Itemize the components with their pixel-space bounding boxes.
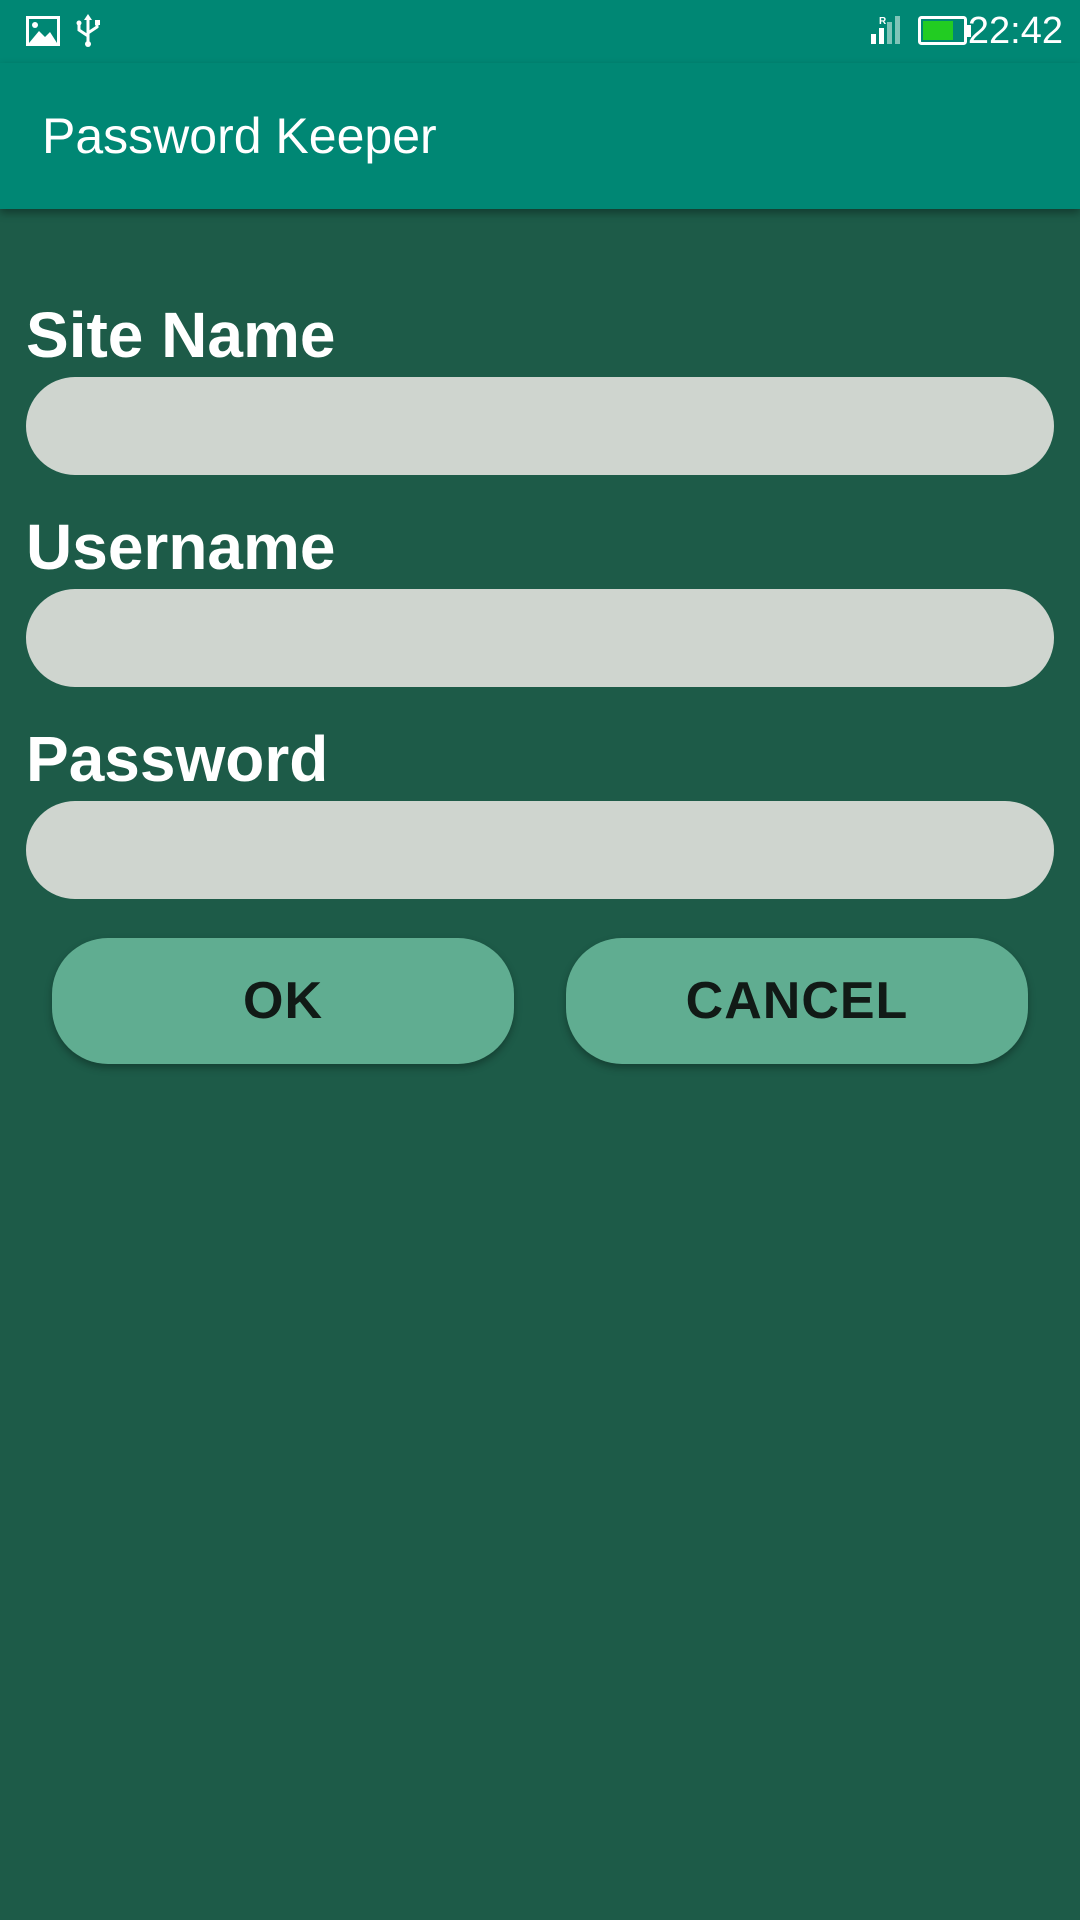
- app-title: Password Keeper: [42, 108, 437, 164]
- username-label: Username: [26, 511, 336, 583]
- site-name-input[interactable]: [26, 377, 1054, 475]
- status-time: 22:42: [967, 10, 1063, 52]
- battery-icon: [918, 16, 971, 45]
- username-input[interactable]: [26, 589, 1054, 687]
- signal-icon: R: [871, 16, 900, 44]
- ok-button[interactable]: OK: [52, 938, 514, 1064]
- svg-text:R: R: [879, 16, 887, 27]
- status-bar: R 22:42: [0, 0, 1080, 63]
- cancel-button[interactable]: CANCEL: [566, 938, 1028, 1064]
- app-bar: Password Keeper: [0, 63, 1080, 209]
- image-icon: [26, 16, 60, 46]
- password-input[interactable]: [26, 801, 1054, 899]
- password-label: Password: [26, 723, 329, 795]
- site-name-label: Site Name: [26, 299, 336, 371]
- usb-icon: [76, 14, 100, 47]
